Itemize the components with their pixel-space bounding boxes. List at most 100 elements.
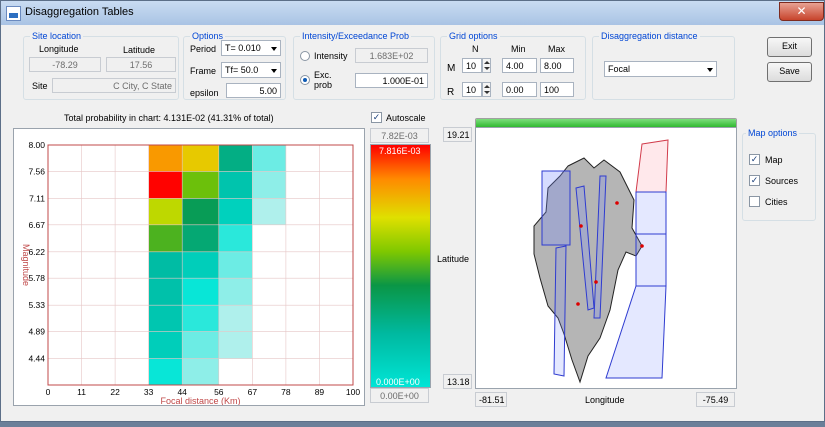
heatmap-cell: [182, 278, 219, 306]
x-tick-label: 22: [110, 387, 120, 397]
heatmap-cell: [182, 224, 219, 252]
scale-bottom-value: 0.000E+00: [376, 377, 420, 387]
heatmap-cell: [148, 331, 183, 359]
y-tick-label: 6.67: [28, 220, 45, 230]
chart-panel: 0 11 22 33 44 56 67 78 89 100 4.44 4.89 5.33 5.78 6.22…: [13, 128, 365, 406]
source-zone-4: [553, 245, 567, 377]
chevron-down-icon: [707, 68, 713, 72]
chevron-down-icon: [271, 47, 277, 51]
r-n-field[interactable]: 10: [462, 82, 482, 97]
city-marker: [615, 201, 619, 205]
heatmap-cell: [148, 251, 183, 279]
r-max-field[interactable]: 100: [540, 82, 574, 97]
frame-value: Tf= 50.0: [225, 65, 259, 75]
map-panel[interactable]: [475, 127, 737, 389]
longitude-field: -78.29: [29, 57, 101, 72]
window-title: Disaggregation Tables: [25, 6, 134, 18]
latitude-field: 17.56: [106, 57, 176, 72]
y-tick-label: 5.33: [28, 300, 45, 310]
lat-min-field: 13.18: [443, 374, 472, 389]
x-tick-label: 0: [46, 387, 51, 397]
grid-options-group: Grid options N Min Max M 10 4.00 8.00 R …: [440, 31, 586, 100]
grid-options-title: Grid options: [447, 31, 500, 41]
period-label: Period: [190, 44, 217, 54]
heatmap-cell: [252, 145, 286, 172]
intensity-group: Intensity/Exceedance Prob Intensity 1.68…: [293, 31, 435, 100]
heatmap-cell: [182, 145, 219, 172]
heatmap-cell: [218, 224, 253, 252]
intensity-field: 1.683E+02: [355, 48, 428, 63]
title-bar[interactable]: Disaggregation Tables ✕: [1, 1, 824, 25]
cities-checkbox-label: Cities: [765, 197, 788, 207]
exc-prob-radio[interactable]: [300, 75, 310, 85]
exit-button[interactable]: Exit: [767, 37, 812, 57]
m-row-label: M: [447, 63, 456, 74]
scale-bottom-field[interactable]: 0.00E+00: [370, 388, 429, 403]
heatmap-cell: [218, 171, 253, 199]
map-options-group: Map options ✓ Map ✓ Sources Cities: [742, 128, 816, 221]
map-canvas[interactable]: [476, 128, 736, 388]
site-location-group: Site location Longitude Latitude -78.29 …: [23, 31, 179, 100]
epsilon-field[interactable]: 5.00: [226, 83, 281, 98]
source-zone-8: [605, 285, 667, 379]
scale-top-field[interactable]: 7.82E-03: [370, 128, 429, 143]
exc-prob-field[interactable]: 1.000E-01: [355, 73, 428, 88]
r-n-spinner[interactable]: [482, 82, 491, 97]
map-options-title: Map options: [746, 128, 800, 138]
period-value: T= 0.010: [225, 43, 261, 53]
map-checkbox-label: Map: [765, 155, 783, 165]
disaggregation-distance-title: Disaggregation distance: [599, 31, 700, 41]
heatmap-cell: [148, 198, 183, 225]
source-zone-5: [635, 139, 669, 193]
prob-label: prob: [314, 80, 333, 90]
m-n-spinner[interactable]: [482, 58, 491, 73]
disaggregation-heatmap: 0 11 22 33 44 56 67 78 89 1004.444.895.335.786.22…: [21, 140, 360, 405]
autoscale-checkbox[interactable]: ✓: [371, 112, 382, 123]
heatmap-cell: [148, 278, 183, 306]
heatmap-cell: [182, 251, 219, 279]
x-tick-label: 67: [248, 387, 258, 397]
scale-top-value: 7.816E-03: [379, 146, 421, 156]
source-zone-7: [635, 233, 667, 287]
x-tick-label: 89: [315, 387, 325, 397]
options-title: Options: [190, 31, 226, 41]
latitude-axis-label: Latitude: [437, 254, 470, 264]
m-max-field[interactable]: 8.00: [540, 58, 574, 73]
heatmap-cell: [148, 171, 183, 199]
source-zone-6: [635, 191, 667, 235]
intensity-radio[interactable]: [300, 51, 310, 61]
color-scale-bar: [370, 144, 431, 388]
m-min-field[interactable]: 4.00: [502, 58, 537, 73]
heatmap-cell: [218, 305, 253, 332]
heatmap-cell: [148, 305, 183, 332]
heatmap-cell: [218, 331, 253, 359]
sources-checkbox-label: Sources: [765, 176, 799, 186]
sources-checkbox[interactable]: ✓: [749, 175, 760, 186]
x-axis-label: Focal distance (Km): [160, 396, 240, 405]
heatmap-cell: [218, 198, 253, 225]
heatmap-cell: [182, 331, 219, 359]
r-min-field[interactable]: 0.00: [502, 82, 537, 97]
site-label: Site: [32, 81, 48, 91]
disaggregation-distance-group: Disaggregation distance Focal: [592, 31, 735, 100]
close-button[interactable]: ✕: [779, 2, 824, 21]
map-checkbox[interactable]: ✓: [749, 154, 760, 165]
exc-label: Exc.: [314, 70, 332, 80]
cities-checkbox[interactable]: [749, 196, 760, 207]
m-n-field[interactable]: 10: [462, 58, 482, 73]
distance-type-value: Focal: [608, 64, 631, 74]
y-tick-label: 7.11: [29, 193, 45, 203]
city-marker: [594, 280, 598, 284]
heatmap-cell: [252, 198, 286, 225]
save-button[interactable]: Save: [767, 62, 812, 82]
distance-type-select[interactable]: Focal: [604, 61, 717, 77]
epsilon-label: epsilon: [190, 88, 219, 98]
lon-max-field: -75.49: [696, 392, 735, 407]
city-marker: [579, 224, 583, 228]
period-select[interactable]: T= 0.010: [221, 40, 281, 56]
city-marker: [576, 302, 580, 306]
x-tick-label: 11: [77, 387, 86, 397]
heatmap-cell: [148, 145, 183, 172]
y-axis-label: Magnitude: [21, 244, 31, 286]
frame-select[interactable]: Tf= 50.0: [221, 62, 281, 78]
